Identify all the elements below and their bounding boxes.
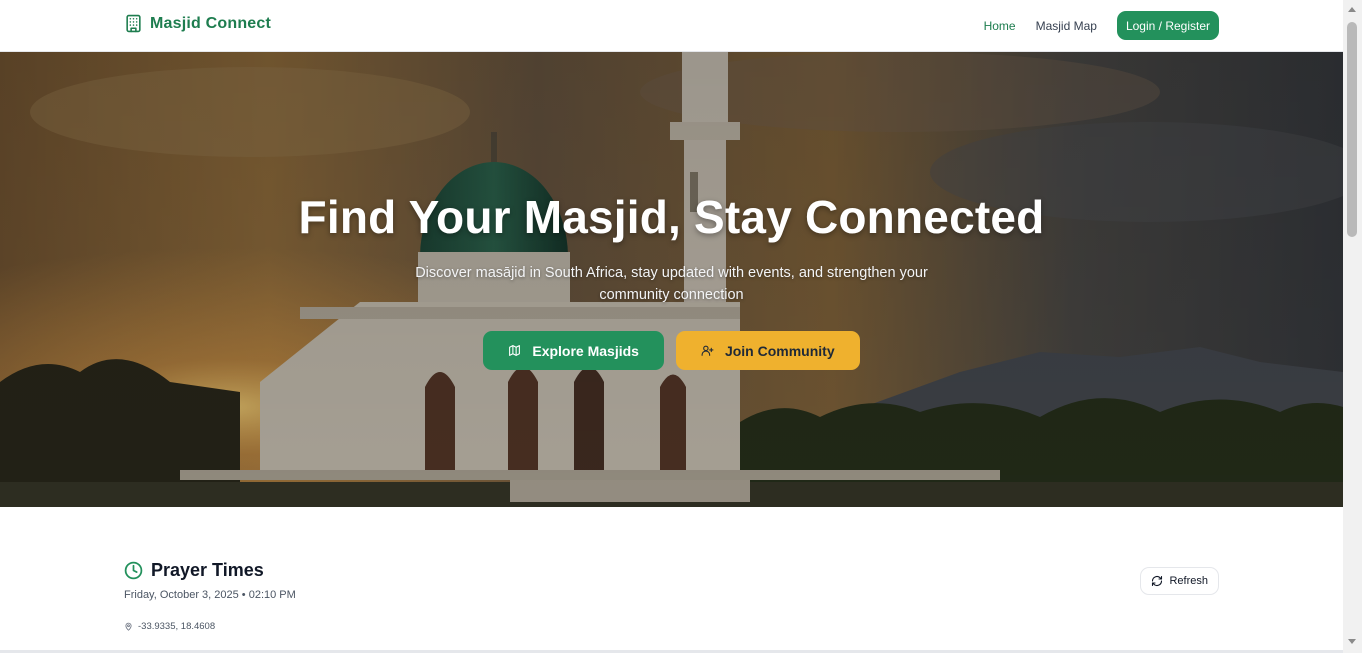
nav-home-link[interactable]: Home <box>984 19 1016 33</box>
nav-links: Home Masjid Map Login / Register <box>984 11 1219 40</box>
user-plus-icon <box>701 345 714 356</box>
scroll-up-icon[interactable] <box>1348 7 1356 12</box>
join-community-button[interactable]: Join Community <box>675 331 860 370</box>
prayer-times-title: Prayer Times <box>151 560 264 580</box>
hero-actions: Explore Masjids Join Community <box>0 331 1343 370</box>
navbar: Masjid Connect Home Masjid Map Login / R… <box>0 0 1343 52</box>
hero-title: Find Your Masjid, Stay Connected <box>298 191 1045 243</box>
nav-map-link[interactable]: Masjid Map <box>1036 19 1097 33</box>
explore-masjids-label: Explore Masjids <box>532 342 639 359</box>
refresh-label: Refresh <box>1169 575 1208 587</box>
hero-subtitle: Discover masājid in South Africa, stay u… <box>415 265 928 303</box>
page: Masjid Connect Home Masjid Map Login / R… <box>0 0 1343 653</box>
prayer-times-header: Prayer Times <box>124 560 1219 581</box>
prayer-date: Friday, October 3, 2025 • 02:10 PM <box>124 589 296 601</box>
scrollbar-thumb[interactable] <box>1347 22 1357 237</box>
refresh-button[interactable]: Refresh <box>1140 567 1219 595</box>
hero-content: Find Your Masjid, Stay Connected Discove… <box>0 190 1343 370</box>
map-icon <box>509 345 521 356</box>
prayer-times-section: Prayer Times Friday, October 3, 2025 • 0… <box>124 560 1219 632</box>
page-scrollbar[interactable] <box>1343 0 1362 653</box>
prayer-location-coords: -33.9335, 18.4608 <box>138 621 216 632</box>
explore-masjids-button[interactable]: Explore Masjids <box>483 331 664 370</box>
brand-logo[interactable]: Masjid Connect <box>124 14 271 33</box>
hero-section: Find Your Masjid, Stay Connected Discove… <box>0 52 1343 507</box>
scroll-down-icon[interactable] <box>1348 639 1356 644</box>
clock-icon <box>124 561 143 580</box>
join-community-label: Join Community <box>724 342 835 359</box>
prayer-location: -33.9335, 18.4608 <box>124 621 1219 632</box>
refresh-icon <box>1152 575 1163 587</box>
building-icon <box>126 14 141 33</box>
brand-name: Masjid Connect <box>150 14 272 32</box>
login-register-button[interactable]: Login / Register <box>1116 11 1219 40</box>
map-pin-icon <box>125 622 132 631</box>
